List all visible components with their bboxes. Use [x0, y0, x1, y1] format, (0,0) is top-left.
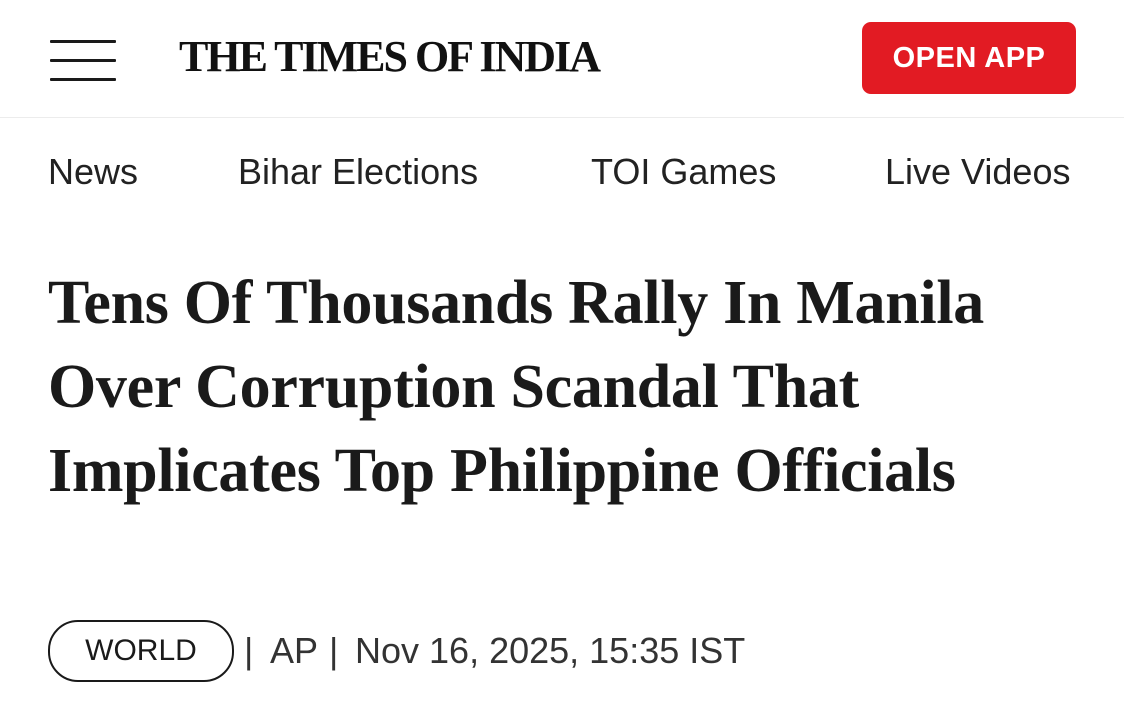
menu-bar: [50, 59, 116, 62]
site-logo[interactable]: THE TIMES OF INDIA: [179, 31, 601, 83]
section-badge[interactable]: WORLD: [48, 620, 234, 682]
nav-item-live-videos[interactable]: Live Videos: [885, 150, 1070, 194]
nav-item-bihar-elections[interactable]: Bihar Elections: [238, 150, 478, 194]
menu-bar: [50, 78, 116, 81]
menu-bar: [50, 40, 116, 43]
article-headline: Tens Of Thousands Rally In Manila Over C…: [48, 269, 984, 505]
meta-separator: |: [244, 630, 254, 671]
open-app-button[interactable]: OPEN APP: [862, 22, 1076, 94]
site-header: THE TIMES OF INDIA OPEN APP: [0, 0, 1124, 118]
article-agency: AP: [270, 630, 319, 671]
hamburger-menu-icon[interactable]: [50, 40, 116, 82]
nav-item-toi-games[interactable]: TOI Games: [591, 150, 776, 194]
nav-item-news[interactable]: News: [48, 150, 138, 194]
article-timestamp: Nov 16, 2025, 15:35 IST: [355, 630, 746, 671]
meta-separator: |: [329, 630, 339, 671]
